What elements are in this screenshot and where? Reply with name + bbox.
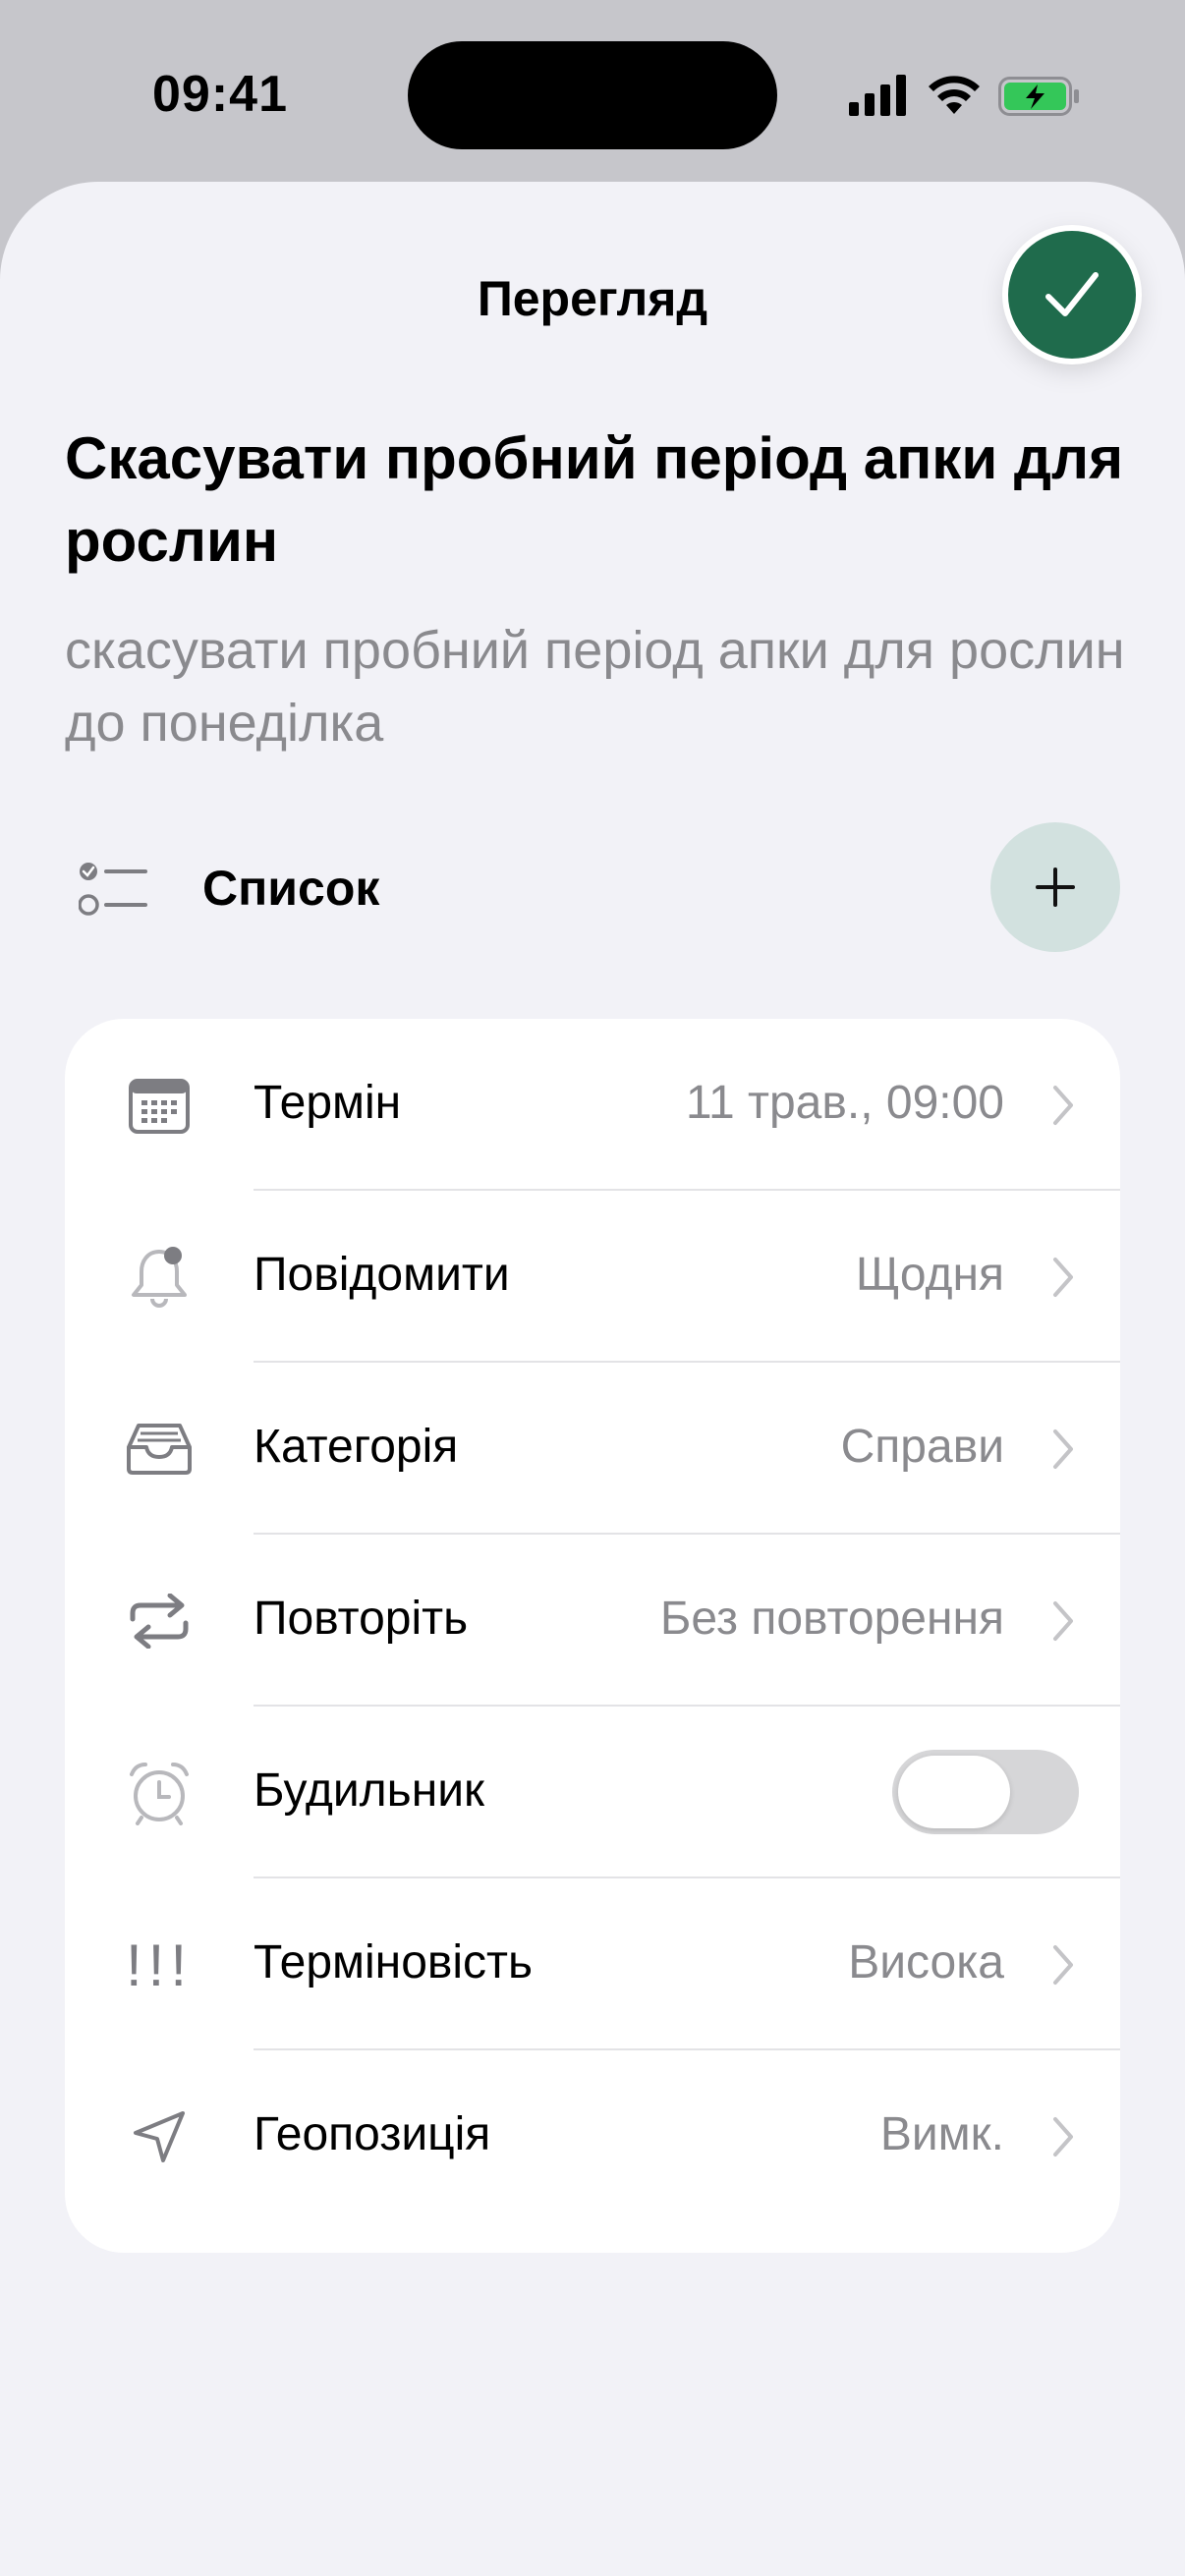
urgency-glyph: !!! — [125, 1932, 193, 1998]
chevron-right-icon — [1053, 1086, 1073, 1125]
task-title[interactable]: Скасувати пробний період апки для рослин — [65, 418, 1126, 583]
battery-charging-icon — [998, 77, 1079, 116]
chevron-right-icon — [1053, 1429, 1073, 1469]
notify-row[interactable]: Повідомити Щодня — [65, 1191, 1120, 1363]
location-value: Вимк. — [879, 2108, 1004, 2160]
task-detail-sheet: Перегляд Скасувати пробний період апки д… — [0, 182, 1185, 2576]
done-button[interactable] — [1008, 231, 1136, 359]
toggle-knob — [898, 1756, 1010, 1828]
repeat-icon — [124, 1586, 195, 1656]
tray-icon — [124, 1414, 195, 1484]
status-bar: 09:41 — [0, 0, 1185, 177]
alarm-label: Будильник — [254, 1764, 485, 1817]
add-subtask-button[interactable] — [990, 822, 1120, 952]
category-row[interactable]: Категорія Справи — [65, 1363, 1120, 1535]
due-date-label: Термін — [254, 1077, 402, 1129]
cellular-signal-icon — [849, 75, 906, 116]
alarm-icon — [124, 1758, 195, 1828]
checklist-icon — [79, 863, 147, 916]
due-date-value: 11 трав., 09:00 — [685, 1077, 1004, 1129]
alarm-toggle[interactable] — [892, 1750, 1079, 1834]
category-label: Категорія — [254, 1421, 459, 1473]
category-value: Справи — [840, 1421, 1004, 1473]
alarm-row: Будильник — [65, 1707, 1120, 1878]
task-note[interactable]: скасувати пробний період апки для рослин… — [65, 614, 1126, 759]
sheet-title: Перегляд — [477, 271, 708, 326]
calendar-icon — [124, 1070, 195, 1141]
plus-icon — [1036, 868, 1075, 907]
urgency-row[interactable]: !!! Терміновість Висока — [65, 1878, 1120, 2050]
wifi-icon — [929, 76, 980, 114]
urgency-icon: !!! — [124, 1930, 195, 2000]
location-arrow-icon — [124, 2101, 195, 2172]
due-date-row[interactable]: Термін 11 трав., 09:00 — [65, 1019, 1120, 1191]
chevron-right-icon — [1053, 2117, 1073, 2156]
notify-label: Повідомити — [254, 1249, 510, 1301]
urgency-value: Висока — [848, 1936, 1004, 1988]
checklist-row: Список — [65, 820, 1120, 958]
details-card: Термін 11 трав., 09:00 Повідомити Щодня … — [65, 1019, 1120, 2253]
status-time: 09:41 — [152, 66, 288, 123]
repeat-label: Повторіть — [254, 1593, 469, 1645]
urgency-label: Терміновість — [254, 1936, 534, 1988]
screen: 09:41 Перегляд Скасувати пробний період … — [0, 0, 1185, 2576]
repeat-row[interactable]: Повторіть Без повторення — [65, 1535, 1120, 1707]
checklist-label: Список — [202, 861, 380, 916]
bell-icon — [124, 1242, 195, 1313]
location-label: Геопозиція — [254, 2108, 491, 2160]
dynamic-island — [408, 41, 777, 149]
notify-value: Щодня — [855, 1249, 1004, 1301]
checkmark-icon — [1045, 272, 1099, 316]
chevron-right-icon — [1053, 1258, 1073, 1297]
repeat-value: Без повторення — [659, 1593, 1004, 1645]
location-row[interactable]: Геопозиція Вимк. — [65, 2050, 1120, 2222]
chevron-right-icon — [1053, 1945, 1073, 1985]
chevron-right-icon — [1053, 1601, 1073, 1641]
